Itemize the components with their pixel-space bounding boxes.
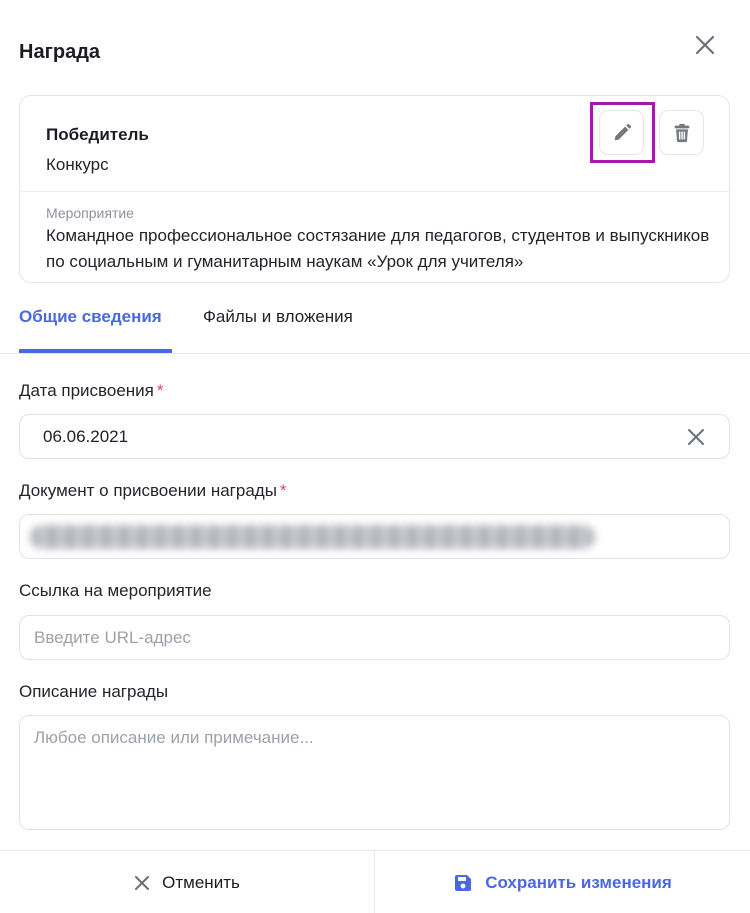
description-label: Описание награды bbox=[19, 682, 169, 701]
pencil-icon bbox=[614, 123, 631, 140]
blurred-document-value bbox=[30, 525, 595, 549]
close-icon bbox=[688, 429, 704, 445]
document-label: Документ о присвоении награды * bbox=[19, 481, 287, 501]
description-textarea[interactable]: Любое описание или примечание... bbox=[19, 715, 730, 830]
trash-icon bbox=[674, 123, 689, 142]
document-label-text: Документ о присвоении награды bbox=[19, 481, 277, 500]
tab-general-info[interactable]: Общие сведения bbox=[19, 307, 162, 327]
modal-title: Награда bbox=[19, 41, 101, 63]
event-link-label: Ссылка на мероприятие bbox=[19, 581, 212, 600]
event-link-input[interactable]: Введите URL-адрес bbox=[19, 615, 730, 660]
required-mark: * bbox=[156, 381, 164, 400]
close-icon bbox=[695, 35, 715, 55]
cancel-button[interactable]: Отменить bbox=[0, 851, 374, 913]
award-name: Победитель bbox=[46, 125, 149, 144]
date-label-text: Дата присвоения bbox=[19, 381, 154, 400]
date-value: 06.06.2021 bbox=[43, 427, 129, 446]
clear-date-button[interactable] bbox=[685, 426, 707, 448]
floppy-disk-icon bbox=[455, 874, 472, 891]
tabs: Общие сведения Файлы и вложения bbox=[0, 283, 750, 354]
award-card: Победитель Конкурс Мероприятие Командное… bbox=[19, 95, 730, 283]
active-tab-indicator bbox=[19, 349, 172, 353]
required-mark: * bbox=[279, 481, 287, 500]
modal-footer: Отменить Сохранить изменения bbox=[0, 850, 750, 913]
event-label: Мероприятие bbox=[46, 205, 134, 221]
date-label: Дата присвоения * bbox=[19, 381, 164, 401]
delete-award-button[interactable] bbox=[659, 110, 704, 155]
save-changes-button[interactable]: Сохранить изменения bbox=[375, 851, 750, 913]
cancel-button-label: Отменить bbox=[162, 872, 240, 892]
event-link-placeholder: Введите URL-адрес bbox=[34, 628, 191, 647]
document-field[interactable] bbox=[19, 514, 730, 559]
save-button-label: Сохранить изменения bbox=[485, 872, 672, 892]
award-type: Конкурс bbox=[46, 155, 109, 174]
edit-award-button[interactable] bbox=[599, 110, 644, 155]
tab-files-attachments[interactable]: Файлы и вложения bbox=[203, 307, 353, 327]
date-field[interactable]: 06.06.2021 bbox=[19, 414, 730, 459]
close-icon bbox=[135, 875, 150, 890]
close-button[interactable] bbox=[690, 30, 720, 60]
card-divider bbox=[20, 191, 729, 192]
description-placeholder: Любое описание или примечание... bbox=[34, 728, 314, 747]
event-text: Командное профессиональное состязание дл… bbox=[46, 226, 710, 271]
